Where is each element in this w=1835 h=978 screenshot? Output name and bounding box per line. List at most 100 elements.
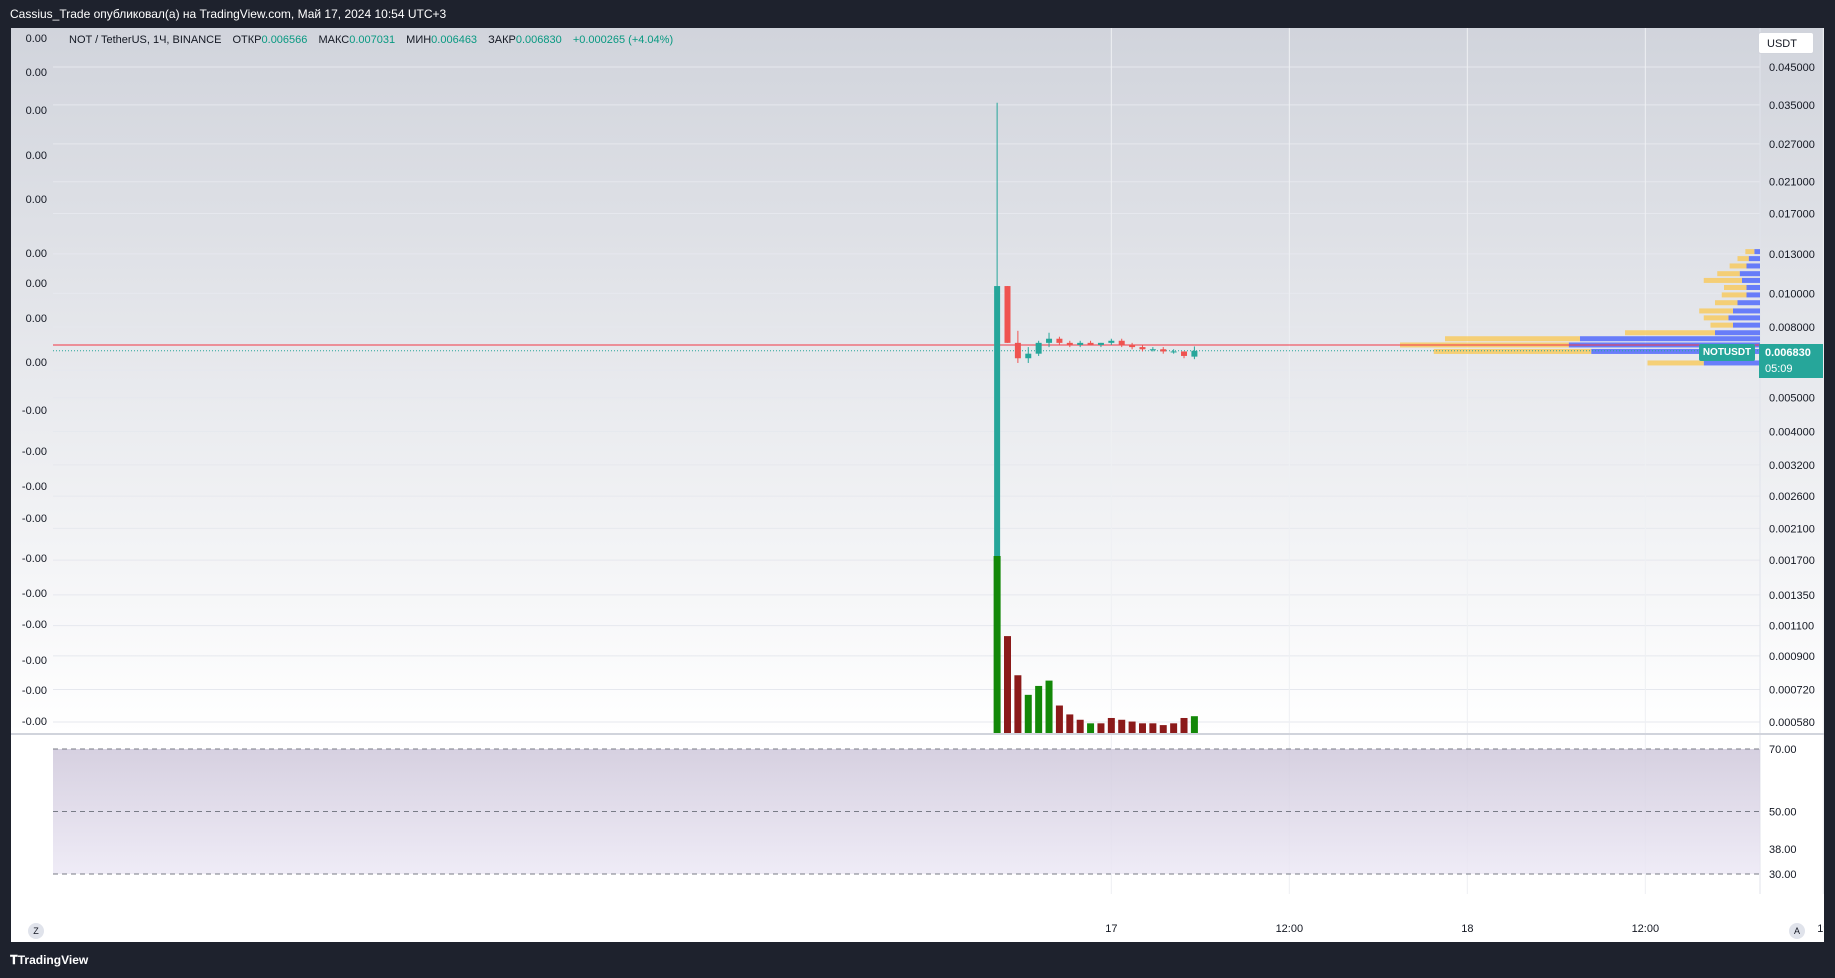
- candle-body: [1025, 353, 1032, 359]
- volume-bar: [1118, 719, 1126, 734]
- volume-profile-bar-up: [1745, 249, 1755, 255]
- volume-profile-bar-down: [1715, 330, 1760, 336]
- volume-profile-bar-up: [1433, 348, 1592, 354]
- osc-tick-label: 70.00: [1769, 744, 1797, 756]
- price-tick-label: 0.021000: [1769, 177, 1815, 189]
- volume-bar: [1128, 721, 1136, 734]
- left-axis-tick-label: -0.00: [22, 481, 47, 493]
- tradingview-logo[interactable]: 𝐓TradingView: [0, 953, 88, 967]
- candle-body: [1097, 342, 1104, 345]
- ohlc-legend: NOT / TetherUS, 1Ч, BINANCE ОТКР0.006566…: [69, 34, 681, 46]
- candle-body: [1118, 340, 1125, 345]
- legend-open-label: ОТКР: [232, 34, 262, 46]
- candle-body: [1004, 286, 1011, 343]
- legend-low-label: МИН: [406, 34, 432, 46]
- time-tick-label: 12:00: [1276, 923, 1304, 935]
- main-pane-background: [11, 28, 1824, 734]
- candle-body: [1170, 351, 1177, 353]
- candle-body: [1181, 351, 1188, 356]
- price-tick-label: 0.035000: [1769, 100, 1815, 112]
- price-tick-label: 0.013000: [1769, 249, 1815, 261]
- candle-body: [1160, 349, 1167, 352]
- left-axis-tick-label: -0.00: [22, 405, 47, 417]
- legend-high-value: 0.007031: [349, 34, 396, 46]
- volume-bar: [1066, 714, 1074, 734]
- currency-button[interactable]: USDT: [1758, 32, 1814, 54]
- candle-body: [1108, 340, 1115, 343]
- price-tick-label: 0.001100: [1769, 621, 1814, 633]
- publish-header: Cassius_Trade опубликовал(а) на TradingV…: [0, 0, 1835, 28]
- price-tick-label: 0.002100: [1769, 523, 1815, 535]
- volume-bar: [1024, 694, 1032, 734]
- volume-profile-bar-up: [1647, 360, 1704, 366]
- price-tick-label: 0.000720: [1769, 684, 1815, 696]
- price-tick-label: 0.001700: [1769, 555, 1815, 567]
- candle-countdown: 05:09: [1765, 363, 1793, 375]
- volume-bar: [1159, 725, 1167, 734]
- osc-tick-label: 30.00: [1769, 869, 1797, 881]
- volume-profile-bar-up: [1721, 292, 1747, 298]
- left-axis-tick-label: 0.00: [26, 67, 47, 79]
- volume-profile-bar-down: [1728, 315, 1760, 321]
- volume-bar: [1014, 675, 1022, 734]
- last-price-symbol-tag: NOTUSDT: [1699, 344, 1755, 361]
- left-axis-tick-label: 0.00: [26, 150, 47, 162]
- price-tick-label: 0.000580: [1769, 717, 1815, 729]
- volume-bar: [1055, 705, 1063, 734]
- chart-canvas[interactable]: 0.045000 0.035000 0.027000 0.021000 0.017000…: [11, 28, 1824, 942]
- volume-profile-bar-up: [1710, 322, 1733, 328]
- time-tick-label: 19: [1817, 923, 1824, 935]
- price-tick-label: 0.003200: [1769, 460, 1815, 472]
- last-price-value: 0.006830: [1765, 347, 1811, 359]
- left-scale-button[interactable]: Z: [28, 923, 44, 939]
- price-tick-label: 0.002600: [1769, 491, 1815, 503]
- volume-profile-bar-down: [1733, 322, 1760, 328]
- legend-close-value: 0.006830: [515, 34, 562, 46]
- left-axis-tick-label: 0.00: [26, 278, 47, 290]
- candle-body: [1077, 342, 1084, 345]
- volume-bar: [1087, 723, 1095, 734]
- candle-body: [1191, 350, 1198, 357]
- left-axis-tick-label: -0.00: [22, 588, 47, 600]
- price-tick-label: 0.008000: [1769, 322, 1815, 334]
- price-tick-label: 0.000900: [1769, 651, 1815, 663]
- legend-low-value: 0.006463: [431, 34, 478, 46]
- candle-body: [1046, 338, 1053, 343]
- volume-bar: [993, 556, 1001, 734]
- left-axis-tick-label: -0.00: [22, 619, 47, 631]
- candle-body: [1149, 349, 1156, 351]
- volume-bar: [1190, 716, 1198, 734]
- left-axis-tick-label: 0.00: [26, 357, 47, 369]
- price-tick-label: 0.010000: [1769, 288, 1815, 300]
- left-axis-tick-label: 0.00: [26, 194, 47, 206]
- volume-profile-bar-up: [1715, 300, 1738, 306]
- volume-profile-bar-down: [1733, 308, 1760, 314]
- volume-profile-bar-up: [1625, 330, 1715, 336]
- candle-body: [1014, 342, 1021, 359]
- auto-scale-button[interactable]: A: [1789, 923, 1805, 939]
- chart-frame[interactable]: 0.045000 0.035000 0.027000 0.021000 0.017000…: [11, 28, 1824, 942]
- osc-tick-label: 38.00: [1769, 844, 1797, 856]
- volume-bar: [1004, 636, 1011, 734]
- volume-profile-bar-down: [1737, 300, 1760, 306]
- legend-change: +0.000265 (+4.04%): [572, 34, 674, 46]
- volume-profile-bar-up: [1703, 277, 1742, 283]
- time-tick-label: 18: [1461, 923, 1473, 935]
- left-axis-tick-label: -0.00: [22, 685, 47, 697]
- volume-profile-bar-up: [1724, 284, 1747, 290]
- volume-bar: [1149, 723, 1157, 734]
- candle-body: [1066, 342, 1073, 345]
- volume-bar: [1045, 680, 1053, 734]
- candle-body: [1139, 347, 1146, 350]
- left-axis-tick-label: -0.00: [22, 513, 47, 525]
- volume-profile-bar-down: [1754, 249, 1760, 255]
- left-axis-tick-label: -0.00: [22, 446, 47, 458]
- volume-profile-bar-up: [1699, 308, 1733, 314]
- candle-body: [1087, 342, 1094, 345]
- volume-bar: [1097, 723, 1105, 734]
- candle-body: [1129, 344, 1136, 348]
- volume-profile-bar-down: [1742, 277, 1760, 283]
- volume-bar: [1035, 685, 1043, 734]
- time-tick-label: 17: [1105, 923, 1117, 935]
- legend-high-label: МАКС: [318, 34, 350, 46]
